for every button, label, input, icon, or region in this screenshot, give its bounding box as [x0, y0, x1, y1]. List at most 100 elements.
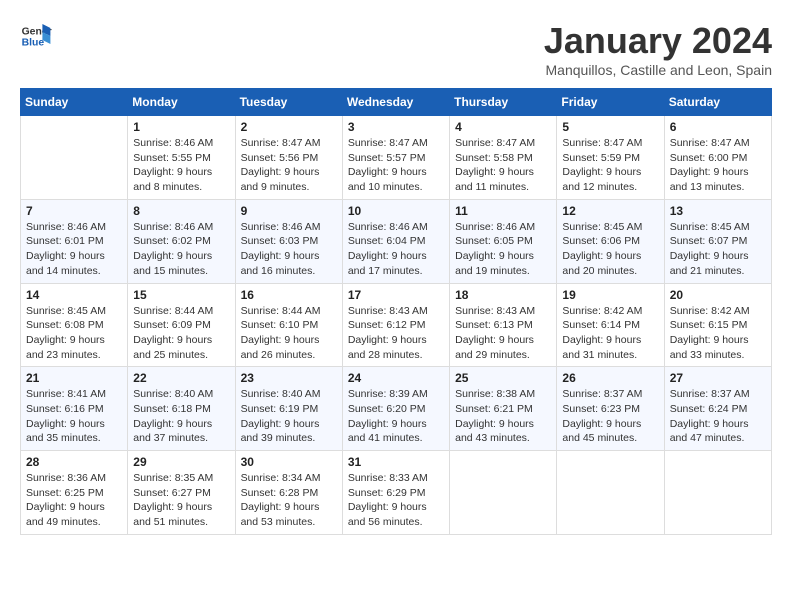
day-info: Sunrise: 8:46 AMSunset: 6:04 PMDaylight:…	[348, 220, 444, 279]
weekday-header-row: Sunday Monday Tuesday Wednesday Thursday…	[21, 89, 772, 116]
day-info: Sunrise: 8:46 AMSunset: 6:01 PMDaylight:…	[26, 220, 122, 279]
sunset-text: Sunset: 6:21 PM	[455, 402, 551, 417]
daylight-text: Daylight: 9 hours and 16 minutes.	[241, 249, 337, 278]
sunrise-text: Sunrise: 8:46 AM	[133, 220, 229, 235]
day-number: 23	[241, 371, 337, 385]
daylight-text: Daylight: 9 hours and 41 minutes.	[348, 417, 444, 446]
day-info: Sunrise: 8:47 AMSunset: 5:57 PMDaylight:…	[348, 136, 444, 195]
table-cell: 7Sunrise: 8:46 AMSunset: 6:01 PMDaylight…	[21, 199, 128, 283]
sunset-text: Sunset: 5:55 PM	[133, 151, 229, 166]
day-info: Sunrise: 8:42 AMSunset: 6:14 PMDaylight:…	[562, 304, 658, 363]
day-info: Sunrise: 8:41 AMSunset: 6:16 PMDaylight:…	[26, 387, 122, 446]
sunset-text: Sunset: 5:57 PM	[348, 151, 444, 166]
header-friday: Friday	[557, 89, 664, 116]
sunset-text: Sunset: 6:20 PM	[348, 402, 444, 417]
day-info: Sunrise: 8:38 AMSunset: 6:21 PMDaylight:…	[455, 387, 551, 446]
sunset-text: Sunset: 6:02 PM	[133, 234, 229, 249]
sunrise-text: Sunrise: 8:47 AM	[670, 136, 766, 151]
header: General Blue January 2024 Manquillos, Ca…	[20, 20, 772, 78]
day-info: Sunrise: 8:42 AMSunset: 6:15 PMDaylight:…	[670, 304, 766, 363]
day-number: 22	[133, 371, 229, 385]
daylight-text: Daylight: 9 hours and 29 minutes.	[455, 333, 551, 362]
table-cell: 10 Sunrise: 8:46 AMSunset: 6:04 PMDayligh…	[342, 199, 449, 283]
day-number: 1	[133, 120, 229, 134]
day-number: 5	[562, 120, 658, 134]
day-number: 21	[26, 371, 122, 385]
day-info: Sunrise: 8:40 AMSunset: 6:18 PMDaylight:…	[133, 387, 229, 446]
header-saturday: Saturday	[664, 89, 771, 116]
calendar-subtitle: Manquillos, Castille and Leon, Spain	[544, 62, 772, 78]
table-cell: 12Sunrise: 8:45 AMSunset: 6:06 PMDayligh…	[557, 199, 664, 283]
table-cell: 23 Sunrise: 8:40 AMSunset: 6:19 PMDayligh…	[235, 367, 342, 451]
sunset-text: Sunset: 6:27 PM	[133, 486, 229, 501]
sunrise-text: Sunrise: 8:45 AM	[26, 304, 122, 319]
title-section: January 2024 Manquillos, Castille and Le…	[544, 20, 772, 78]
day-number: 10	[348, 204, 444, 218]
daylight-text: Daylight: 9 hours and 14 minutes.	[26, 249, 122, 278]
sunset-text: Sunset: 6:06 PM	[562, 234, 658, 249]
day-info: Sunrise: 8:40 AMSunset: 6:19 PMDaylight:…	[241, 387, 337, 446]
day-number: 9	[241, 204, 337, 218]
logo-icon: General Blue	[20, 20, 52, 52]
day-info: Sunrise: 8:47 AMSunset: 5:58 PMDaylight:…	[455, 136, 551, 195]
sunrise-text: Sunrise: 8:44 AM	[133, 304, 229, 319]
day-number: 2	[241, 120, 337, 134]
sunrise-text: Sunrise: 8:46 AM	[455, 220, 551, 235]
table-cell: 22 Sunrise: 8:40 AMSunset: 6:18 PMDayligh…	[128, 367, 235, 451]
sunrise-text: Sunrise: 8:42 AM	[562, 304, 658, 319]
sunset-text: Sunset: 6:24 PM	[670, 402, 766, 417]
daylight-text: Daylight: 9 hours and 45 minutes.	[562, 417, 658, 446]
sunset-text: Sunset: 6:09 PM	[133, 318, 229, 333]
day-info: Sunrise: 8:44 AMSunset: 6:09 PMDaylight:…	[133, 304, 229, 363]
day-info: Sunrise: 8:43 AMSunset: 6:12 PMDaylight:…	[348, 304, 444, 363]
sunset-text: Sunset: 6:07 PM	[670, 234, 766, 249]
daylight-text: Daylight: 9 hours and 21 minutes.	[670, 249, 766, 278]
week-row-2: 7Sunrise: 8:46 AMSunset: 6:01 PMDaylight…	[21, 199, 772, 283]
day-info: Sunrise: 8:34 AMSunset: 6:28 PMDaylight:…	[241, 471, 337, 530]
sunrise-text: Sunrise: 8:47 AM	[455, 136, 551, 151]
sunset-text: Sunset: 6:16 PM	[26, 402, 122, 417]
daylight-text: Daylight: 9 hours and 33 minutes.	[670, 333, 766, 362]
day-info: Sunrise: 8:43 AMSunset: 6:13 PMDaylight:…	[455, 304, 551, 363]
table-cell: 29Sunrise: 8:35 AMSunset: 6:27 PMDayligh…	[128, 451, 235, 535]
daylight-text: Daylight: 9 hours and 10 minutes.	[348, 165, 444, 194]
day-info: Sunrise: 8:39 AMSunset: 6:20 PMDaylight:…	[348, 387, 444, 446]
day-info: Sunrise: 8:46 AMSunset: 5:55 PMDaylight:…	[133, 136, 229, 195]
daylight-text: Daylight: 9 hours and 28 minutes.	[348, 333, 444, 362]
sunrise-text: Sunrise: 8:46 AM	[26, 220, 122, 235]
sunrise-text: Sunrise: 8:47 AM	[241, 136, 337, 151]
day-info: Sunrise: 8:47 AMSunset: 6:00 PMDaylight:…	[670, 136, 766, 195]
daylight-text: Daylight: 9 hours and 53 minutes.	[241, 500, 337, 529]
sunrise-text: Sunrise: 8:46 AM	[133, 136, 229, 151]
day-number: 20	[670, 288, 766, 302]
sunset-text: Sunset: 6:29 PM	[348, 486, 444, 501]
svg-text:Blue: Blue	[22, 38, 45, 49]
day-number: 6	[670, 120, 766, 134]
sunset-text: Sunset: 6:04 PM	[348, 234, 444, 249]
day-number: 18	[455, 288, 551, 302]
sunset-text: Sunset: 6:08 PM	[26, 318, 122, 333]
day-number: 13	[670, 204, 766, 218]
sunrise-text: Sunrise: 8:40 AM	[133, 387, 229, 402]
day-number: 28	[26, 455, 122, 469]
table-cell: 8Sunrise: 8:46 AMSunset: 6:02 PMDaylight…	[128, 199, 235, 283]
day-info: Sunrise: 8:47 AMSunset: 5:56 PMDaylight:…	[241, 136, 337, 195]
sunrise-text: Sunrise: 8:45 AM	[670, 220, 766, 235]
table-cell	[557, 451, 664, 535]
week-row-4: 21Sunrise: 8:41 AMSunset: 6:16 PMDayligh…	[21, 367, 772, 451]
table-cell: 2 Sunrise: 8:47 AMSunset: 5:56 PMDaylight…	[235, 116, 342, 200]
sunset-text: Sunset: 6:23 PM	[562, 402, 658, 417]
table-cell: 19Sunrise: 8:42 AMSunset: 6:14 PMDayligh…	[557, 283, 664, 367]
day-number: 30	[241, 455, 337, 469]
table-cell	[450, 451, 557, 535]
table-cell	[664, 451, 771, 535]
day-number: 3	[348, 120, 444, 134]
sunset-text: Sunset: 6:12 PM	[348, 318, 444, 333]
daylight-text: Daylight: 9 hours and 26 minutes.	[241, 333, 337, 362]
day-info: Sunrise: 8:33 AMSunset: 6:29 PMDaylight:…	[348, 471, 444, 530]
table-cell: 17Sunrise: 8:43 AMSunset: 6:12 PMDayligh…	[342, 283, 449, 367]
header-monday: Monday	[128, 89, 235, 116]
sunrise-text: Sunrise: 8:41 AM	[26, 387, 122, 402]
week-row-1: 1Sunrise: 8:46 AMSunset: 5:55 PMDaylight…	[21, 116, 772, 200]
sunset-text: Sunset: 6:28 PM	[241, 486, 337, 501]
